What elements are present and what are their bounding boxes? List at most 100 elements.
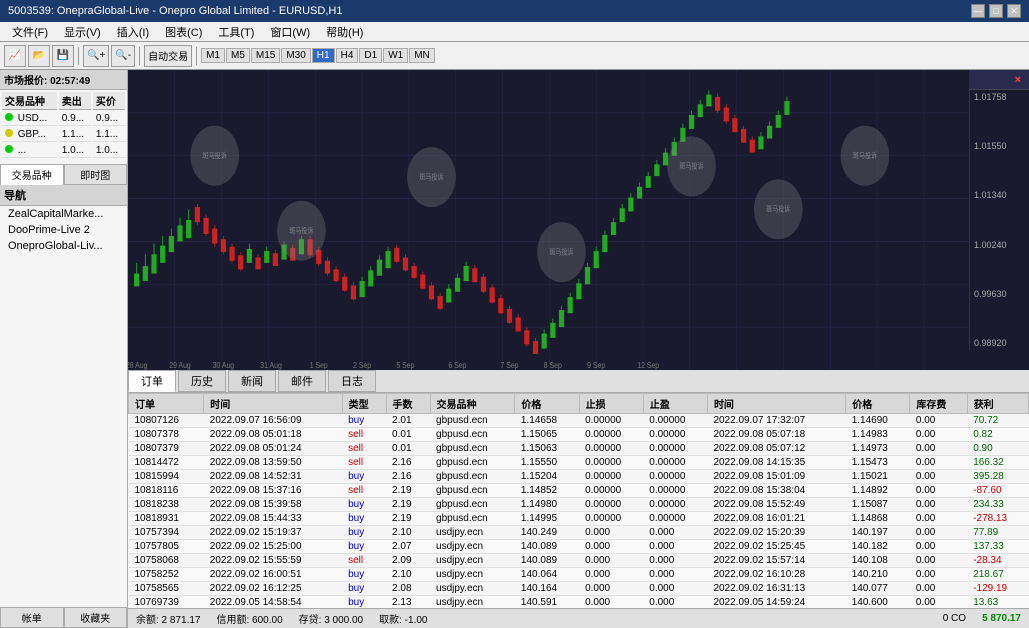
col-time1[interactable]: 时间 <box>204 394 342 414</box>
table-row[interactable]: 10807379 2022.09.08 05:01:24 sell 0.01 g… <box>129 442 1029 456</box>
tf-d1[interactable]: D1 <box>359 48 382 63</box>
cell-id: 10758068 <box>129 554 204 568</box>
tf-m30[interactable]: M30 <box>281 48 310 63</box>
svg-text:6 Sep: 6 Sep <box>448 360 466 370</box>
mw-symbol-3: ... <box>2 144 57 158</box>
nav-item-1[interactable]: ZealCapitalMarke... <box>0 206 127 222</box>
orders-tab-log[interactable]: 日志 <box>328 370 376 392</box>
close-button[interactable]: ✕ <box>1007 4 1021 18</box>
col-lots[interactable]: 手数 <box>386 394 430 414</box>
tf-w1[interactable]: W1 <box>383 48 408 63</box>
menu-tools[interactable]: 工具(T) <box>210 22 262 42</box>
open-button[interactable]: 📂 <box>28 45 50 67</box>
col-symbol[interactable]: 交易品种 <box>430 394 515 414</box>
table-row[interactable]: 10818238 2022.09.08 15:39:58 buy 2.19 gb… <box>129 498 1029 512</box>
col-price2[interactable]: 价格 <box>846 394 910 414</box>
col-id[interactable]: 订单 <box>129 394 204 414</box>
nav-tab-account[interactable]: 帐单 <box>0 607 64 628</box>
menu-bar: 文件(F) 显示(V) 插入(I) 图表(C) 工具(T) 窗口(W) 帮助(H… <box>0 22 1029 42</box>
cell-tp: 0.000 <box>643 540 707 554</box>
app-container: 5003539: OnepraGlobal-Live - Onepro Glob… <box>0 0 1029 628</box>
cell-price2: 140.182 <box>846 540 910 554</box>
cell-swap: 0.00 <box>910 512 967 526</box>
tf-mn[interactable]: MN <box>409 48 435 63</box>
table-row[interactable]: 10818931 2022.09.08 15:44:33 buy 2.19 gb… <box>129 512 1029 526</box>
zoom-out-button[interactable]: 🔍- <box>111 45 135 67</box>
cell-time1: 2022.09.08 15:39:58 <box>204 498 342 512</box>
mw-row-other[interactable]: ... 1.0... 1.0... <box>2 144 125 158</box>
col-swap[interactable]: 库存费 <box>910 394 967 414</box>
chart-close-button[interactable]: × <box>1015 74 1021 86</box>
cell-swap: 0.00 <box>910 540 967 554</box>
cell-symbol: usdjpy.ecn <box>430 568 515 582</box>
table-row[interactable]: 10758565 2022.09.02 16:12:25 buy 2.08 us… <box>129 582 1029 596</box>
table-row[interactable]: 10814472 2022.09.08 13:59:50 sell 2.16 g… <box>129 456 1029 470</box>
cell-price1: 1.15065 <box>515 428 579 442</box>
table-row[interactable]: 10757805 2022.09.02 15:25:00 buy 2.07 us… <box>129 540 1029 554</box>
cell-time2: 2022.09.08 16:01:21 <box>707 512 845 526</box>
minimize-button[interactable]: — <box>971 4 985 18</box>
save-button[interactable]: 💾 <box>52 45 74 67</box>
table-row[interactable]: 10757394 2022.09.02 15:19:37 buy 2.10 us… <box>129 526 1029 540</box>
cell-type: buy <box>342 526 386 540</box>
maximize-button[interactable]: □ <box>989 4 1003 18</box>
nav-tab-favorites[interactable]: 收藏夹 <box>64 607 128 628</box>
table-row[interactable]: 10769739 2022.09.05 14:58:54 buy 2.13 us… <box>129 596 1029 609</box>
orders-tab-mail[interactable]: 邮件 <box>278 370 326 392</box>
table-row[interactable]: 10818116 2022.09.08 15:37:16 sell 2.19 g… <box>129 484 1029 498</box>
tf-h4[interactable]: H4 <box>336 48 359 63</box>
table-row[interactable]: 10758252 2022.09.02 16:00:51 buy 2.10 us… <box>129 568 1029 582</box>
col-time2[interactable]: 时间 <box>707 394 845 414</box>
cell-price2: 1.15021 <box>846 470 910 484</box>
orders-tabs: 订单 历史 新闻 邮件 日志 <box>128 370 1029 393</box>
cell-lots: 2.16 <box>386 456 430 470</box>
menu-help[interactable]: 帮助(H) <box>318 22 371 42</box>
menu-chart[interactable]: 图表(C) <box>157 22 210 42</box>
cell-time1: 2022.09.08 14:52:31 <box>204 470 342 484</box>
col-tp[interactable]: 止盈 <box>643 394 707 414</box>
cell-time2: 2022.09.08 05:07:18 <box>707 428 845 442</box>
tab-tick-chart[interactable]: 即时图 <box>64 164 128 185</box>
col-profit[interactable]: 获利 <box>967 394 1028 414</box>
window-title: 5003539: OnepraGlobal-Live - Onepro Glob… <box>8 5 342 17</box>
col-type[interactable]: 类型 <box>342 394 386 414</box>
cell-lots: 2.19 <box>386 512 430 526</box>
cell-type: buy <box>342 470 386 484</box>
cell-sl: 0.00000 <box>579 470 643 484</box>
tf-m15[interactable]: M15 <box>251 48 280 63</box>
menu-file[interactable]: 文件(F) <box>4 22 56 42</box>
nav-item-2[interactable]: DooPrime-Live 2 <box>0 222 127 238</box>
cell-price2: 140.108 <box>846 554 910 568</box>
menu-view[interactable]: 显示(V) <box>56 22 109 42</box>
mw-buy-3: 1.0... <box>93 144 125 158</box>
mw-row-usd[interactable]: USD... 0.9... 0.9... <box>2 112 125 126</box>
orders-table-wrapper[interactable]: 订单 时间 类型 手数 交易品种 价格 止损 止盈 时间 价格 库存费 <box>128 393 1029 608</box>
col-price1[interactable]: 价格 <box>515 394 579 414</box>
menu-insert[interactable]: 插入(I) <box>109 22 157 42</box>
cell-type: buy <box>342 512 386 526</box>
cell-tp: 0.000 <box>643 596 707 609</box>
orders-tab-orders[interactable]: 订单 <box>128 370 176 392</box>
menu-window[interactable]: 窗口(W) <box>262 22 318 42</box>
auto-trade-button[interactable]: 自动交易 <box>144 45 192 67</box>
cell-price1: 140.064 <box>515 568 579 582</box>
orders-tab-history[interactable]: 历史 <box>178 370 226 392</box>
col-sl[interactable]: 止损 <box>579 394 643 414</box>
tab-symbols[interactable]: 交易品种 <box>0 164 64 185</box>
cell-id: 10818238 <box>129 498 204 512</box>
orders-tab-news[interactable]: 新闻 <box>228 370 276 392</box>
cell-id: 10818931 <box>129 512 204 526</box>
tf-m1[interactable]: M1 <box>201 48 225 63</box>
table-row[interactable]: 10807378 2022.09.08 05:01:18 sell 0.01 g… <box>129 428 1029 442</box>
zoom-in-button[interactable]: 🔍+ <box>83 45 109 67</box>
table-row[interactable]: 10807126 2022.09.07 16:56:09 buy 2.01 gb… <box>129 414 1029 428</box>
tf-h1[interactable]: H1 <box>312 48 335 63</box>
cell-tp: 0.00000 <box>643 442 707 456</box>
table-row[interactable]: 10815994 2022.09.08 14:52:31 buy 2.16 gb… <box>129 470 1029 484</box>
mw-row-gbp[interactable]: GBP... 1.1... 1.1... <box>2 128 125 142</box>
nav-item-3[interactable]: OneproGlobal-Liv... <box>0 238 127 254</box>
cell-tp: 0.000 <box>643 582 707 596</box>
tf-m5[interactable]: M5 <box>226 48 250 63</box>
new-chart-button[interactable]: 📈 <box>4 45 26 67</box>
table-row[interactable]: 10758068 2022.09.02 15:55:59 sell 2.09 u… <box>129 554 1029 568</box>
